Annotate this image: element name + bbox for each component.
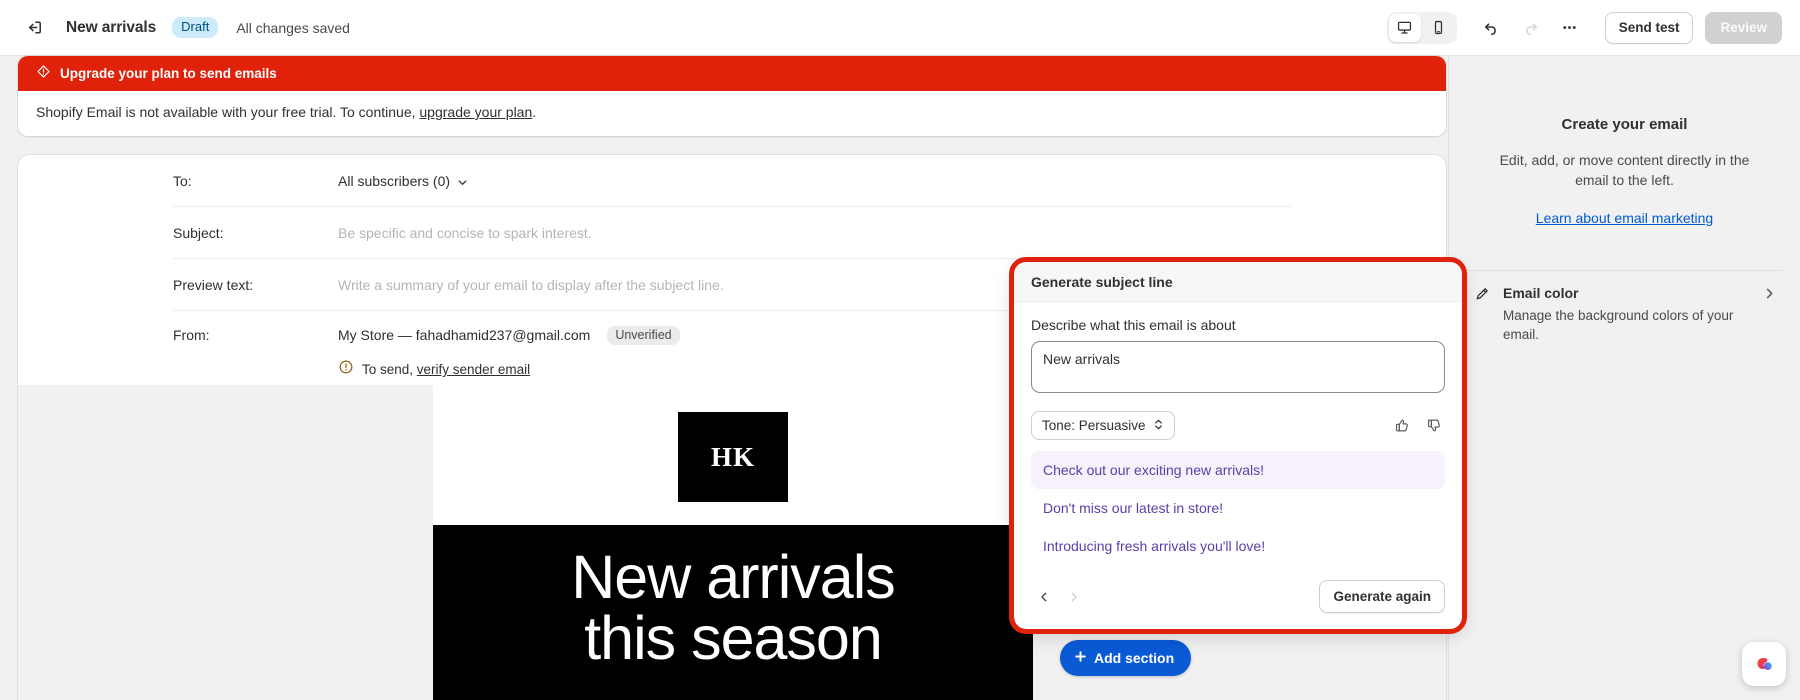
unverified-badge: Unverified <box>607 325 680 345</box>
exit-icon[interactable] <box>18 12 50 44</box>
hero-heading: New arrivals this season <box>571 547 896 672</box>
from-value-group: My Store — fahadhamid237@gmail.com Unver… <box>338 325 680 345</box>
redo-icon <box>1515 12 1547 44</box>
subject-label: Subject: <box>173 224 224 241</box>
popover-title: Generate subject line <box>1031 273 1173 290</box>
verify-sender-text: To send, verify sender email <box>362 362 530 377</box>
select-chevrons-icon <box>1153 418 1164 434</box>
sidebar-intro: Create your email Edit, add, or move con… <box>1449 56 1800 228</box>
banner-header: Upgrade your plan to send emails <box>18 56 1446 91</box>
popover-footer: Generate again <box>1014 568 1462 629</box>
field-row-to: To: All subscribers (0) <box>173 155 1291 207</box>
add-section-label: Add section <box>1094 650 1175 666</box>
add-section-button[interactable]: Add section <box>1060 640 1192 676</box>
right-sidebar: Create your email Edit, add, or move con… <box>1448 56 1800 700</box>
device-preview-toggle <box>1386 11 1457 44</box>
mobile-icon[interactable] <box>1423 14 1455 42</box>
tone-select[interactable]: Tone: Persuasive <box>1031 411 1175 440</box>
warning-circle-icon <box>338 359 354 380</box>
banner-body-period: . <box>532 104 537 120</box>
hero-line-1: New arrivals <box>571 543 896 611</box>
suggestion-pager <box>1031 584 1087 610</box>
add-section-wrapper: Add section <box>1060 640 1192 676</box>
sidebar-description: Edit, add, or move content directly in t… <box>1499 152 1750 189</box>
chevron-left-icon[interactable] <box>1031 584 1057 610</box>
recipients-select[interactable]: All subscribers (0) <box>338 173 468 189</box>
ellipsis-icon[interactable] <box>1554 12 1586 44</box>
suggestion-item-1[interactable]: Check out our exciting new arrivals! <box>1031 451 1445 489</box>
help-assistant-icon[interactable] <box>1742 642 1786 686</box>
page-title: New arrivals <box>66 18 157 36</box>
banner-body: Shopify Email is not available with your… <box>18 91 1446 136</box>
hero-line-2: this season <box>584 604 883 672</box>
banner-heading: Upgrade your plan to send emails <box>60 66 277 81</box>
email-canvas[interactable]: HK New arrivals this season <box>433 385 1033 700</box>
describe-email-label: Describe what this email is about <box>1031 317 1236 333</box>
desktop-icon[interactable] <box>1388 13 1421 42</box>
suggestion-list: Check out our exciting new arrivals! Don… <box>1031 451 1445 565</box>
logo-text: HK <box>710 441 755 472</box>
send-test-button[interactable]: Send test <box>1604 11 1694 44</box>
brand-logo[interactable]: HK <box>678 412 788 502</box>
sidebar-item-email-color[interactable]: Email color Manage the background colors… <box>1461 271 1788 361</box>
sidebar-item-body: Email color Manage the background colors… <box>1503 285 1750 345</box>
field-row-subject[interactable]: Subject: Be specific and concise to spar… <box>173 207 1291 259</box>
generate-subject-line-popover: Generate subject line Describe what this… <box>1009 257 1467 634</box>
popover-tool-row: Tone: Persuasive <box>1031 411 1445 440</box>
chevron-right-icon <box>1763 285 1776 345</box>
to-value: All subscribers (0) <box>338 172 451 189</box>
from-value: My Store — fahadhamid237@gmail.com <box>338 327 591 343</box>
sidebar-title: Create your email <box>1561 116 1688 133</box>
popover-body: Describe what this email is about Tone: … <box>1014 302 1462 565</box>
chevron-right-icon <box>1061 584 1087 610</box>
to-label: To: <box>173 172 192 189</box>
sidebar-item-description: Manage the background colors of your ema… <box>1503 307 1734 343</box>
toolbar-left-group: New arrivals Draft All changes saved <box>18 12 350 44</box>
verify-prefix: To send, <box>362 362 417 377</box>
top-toolbar: New arrivals Draft All changes saved Sen… <box>0 0 1800 56</box>
plus-icon <box>1074 650 1087 666</box>
upgrade-plan-link[interactable]: upgrade your plan <box>419 104 532 120</box>
email-editor-app: New arrivals Draft All changes saved Sen… <box>0 0 1800 700</box>
upgrade-banner: Upgrade your plan to send emails Shopify… <box>18 56 1446 136</box>
describe-email-input[interactable] <box>1031 341 1445 393</box>
save-status-text: All changes saved <box>236 19 350 36</box>
thumbs-up-icon[interactable] <box>1392 415 1413 436</box>
preview-text-label: Preview text: <box>173 276 254 293</box>
generate-again-button[interactable]: Generate again <box>1319 580 1445 613</box>
alert-diamond-icon <box>36 64 51 84</box>
learn-email-marketing-link[interactable]: Learn about email marketing <box>1536 210 1713 226</box>
subject-input[interactable]: Be specific and concise to spark interes… <box>338 225 592 241</box>
chevron-down-icon <box>457 175 468 186</box>
status-badge: Draft <box>172 17 219 38</box>
undo-icon[interactable] <box>1476 12 1508 44</box>
preview-text-input[interactable]: Write a summary of your email to display… <box>338 277 724 293</box>
suggestion-item-3[interactable]: Introducing fresh arrivals you'll love! <box>1031 527 1445 565</box>
verify-sender-email-link[interactable]: verify sender email <box>417 362 530 377</box>
thumbs-down-icon[interactable] <box>1424 415 1445 436</box>
sidebar-item-title: Email color <box>1503 284 1579 301</box>
paint-brush-icon <box>1473 285 1490 345</box>
tone-label: Tone: Persuasive <box>1042 418 1146 433</box>
feedback-buttons <box>1392 415 1445 436</box>
toolbar-right-group: Send test Review <box>1386 11 1782 44</box>
hero-section[interactable]: New arrivals this season <box>433 525 1033 700</box>
popover-header: Generate subject line <box>1014 262 1462 302</box>
banner-body-text: Shopify Email is not available with your… <box>36 104 420 120</box>
from-label: From: <box>173 327 210 343</box>
review-button: Review <box>1705 11 1782 44</box>
suggestion-item-2[interactable]: Don't miss our latest in store! <box>1031 489 1445 527</box>
